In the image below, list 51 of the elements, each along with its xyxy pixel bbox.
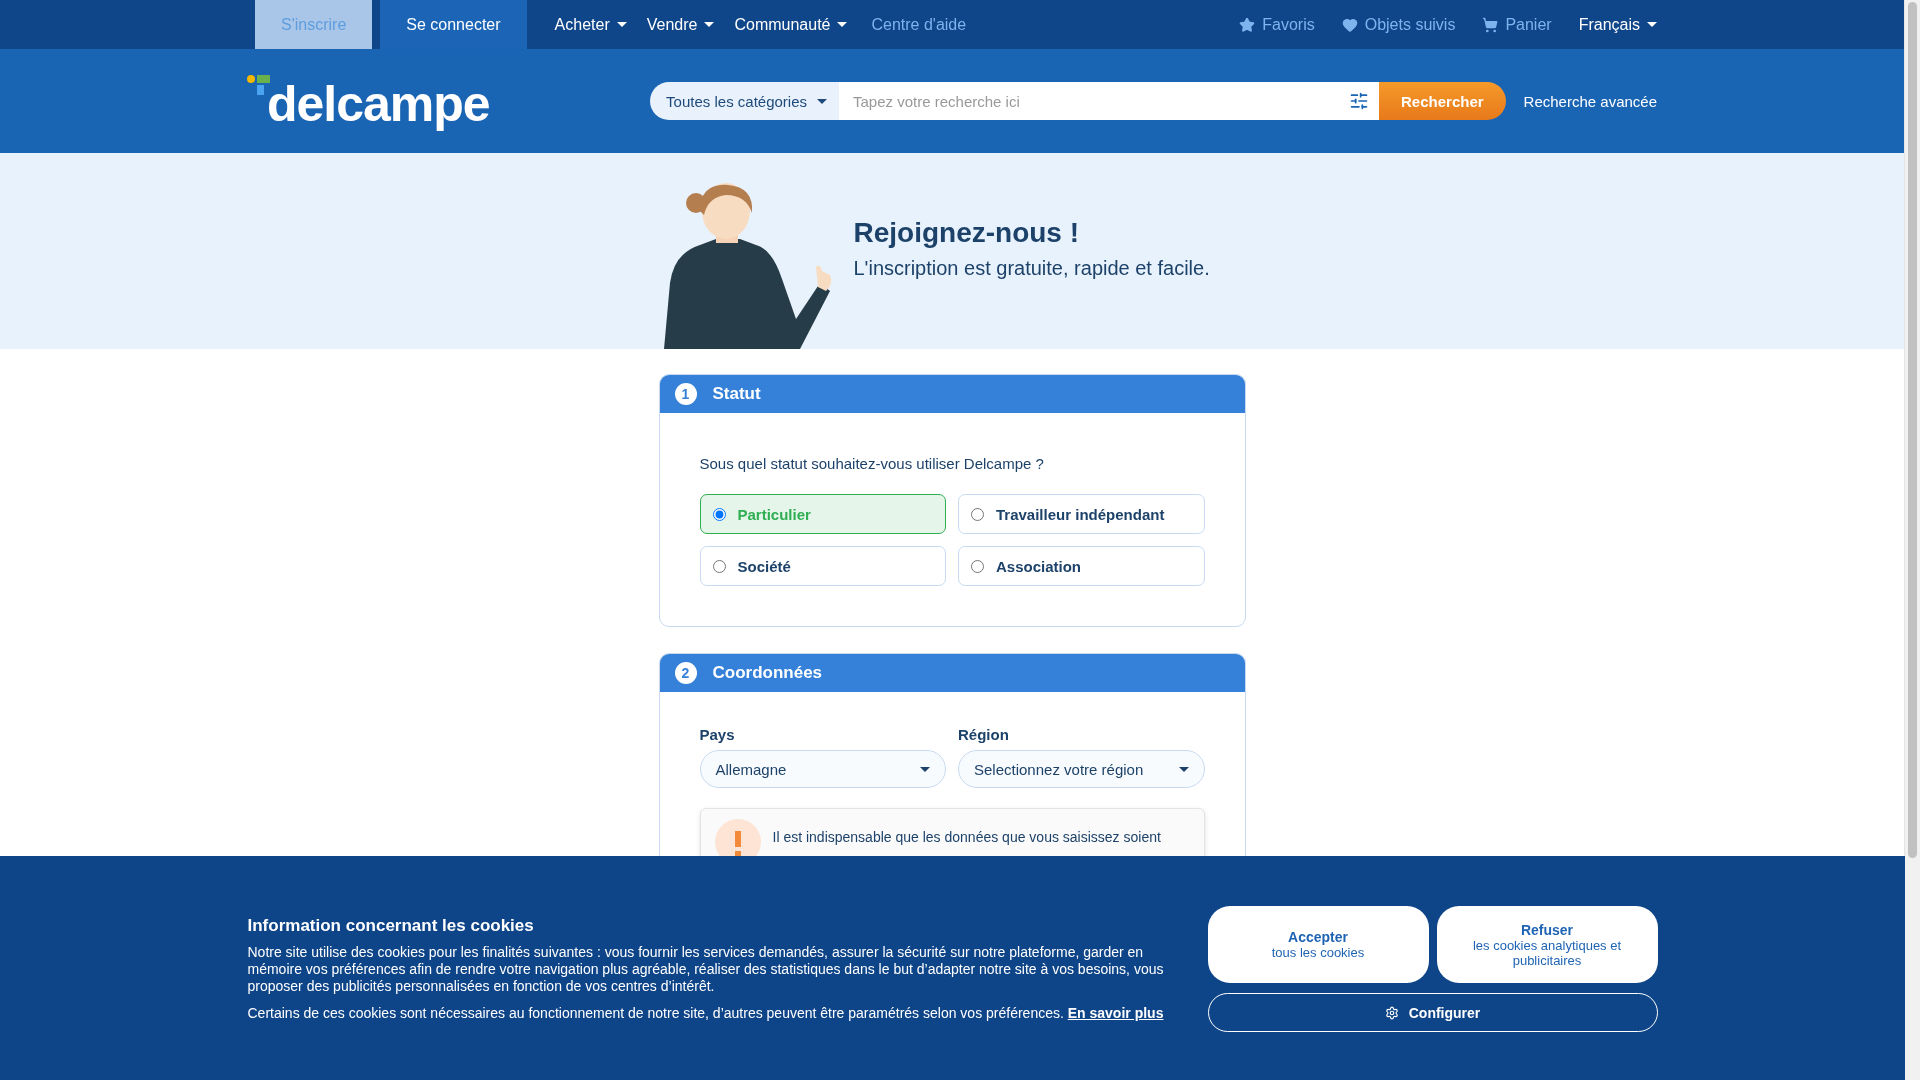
nav-menu-item[interactable]: Communauté — [734, 15, 848, 34]
caret-icon — [616, 22, 627, 27]
heart-icon — [1341, 16, 1358, 33]
search-field[interactable]: Tapez votre recherche ici — [839, 82, 1340, 120]
cookie-title: Information concernant les cookies — [247, 916, 535, 936]
user-link[interactable]: Panier — [1482, 15, 1552, 34]
status-option[interactable]: Travailleur indépendant — [958, 494, 1205, 534]
radio-button[interactable] — [971, 507, 984, 521]
learn-more-link[interactable]: En savoir plus — [1067, 1005, 1164, 1021]
cookie-paragraph: Certains de ces cookies sont nécessaires au fonctionnement de notre site, d’autres peuvent être paramétrés selon vos préférences. En savoir plus — [247, 1005, 1164, 1022]
status-option[interactable]: Société — [699, 546, 946, 586]
advanced-search-link[interactable]: Recherche avancée — [1523, 92, 1657, 110]
cookie-choice-button[interactable]: Refuser les cookies analytiques et publicitaires — [1436, 906, 1658, 983]
step-number: 2 — [674, 662, 697, 684]
section-title: Statut — [712, 384, 761, 404]
radio-button[interactable] — [712, 559, 726, 573]
language-menu[interactable]: Français — [1578, 15, 1657, 34]
caret-icon — [837, 22, 848, 27]
star-icon — [1239, 16, 1256, 33]
field-label: Région — [958, 726, 1010, 743]
notice-text: Il est indispensable que les données que vous saisissez soient — [772, 829, 1161, 847]
cookie-paragraph: Notre site utilise des cookies pour les finalités suivantes : vous fournir les services demandés, assurer la sécurité sur notre plateforme, garder en mémoire vos préférences afin de rendre votre navigation plus agréable, réaliser des statistiques dans le but d’adapter notre site à vos besoins, vous proposer des publicités personnalisées en fonction de vos centres d’intérêt. — [247, 944, 1164, 995]
dropdown-select[interactable]: Selectionnez votre région — [958, 750, 1205, 788]
radio-button[interactable] — [971, 559, 984, 573]
cart-icon — [1482, 16, 1499, 33]
field-label: Pays — [699, 726, 736, 743]
caret-icon — [817, 98, 828, 104]
nav-menu-item[interactable]: Centre d'aide — [871, 15, 967, 34]
status-option[interactable]: Association — [958, 546, 1205, 586]
caret-icon — [1178, 766, 1189, 772]
filter-button[interactable] — [1339, 82, 1380, 120]
status-question: Sous quel statut souhaitez-vous utiliser Delcampe ? — [699, 455, 1045, 472]
section-title: Coordonnées — [712, 663, 823, 683]
step-number: 1 — [674, 383, 697, 405]
dropdown-select[interactable]: Allemagne — [699, 750, 946, 788]
gear-icon — [1384, 1005, 1399, 1020]
category-select[interactable]: Toutes les catégories — [650, 82, 840, 120]
account-tab[interactable]: Se connecter — [380, 0, 527, 49]
logo-wordmark[interactable]: delcampe — [267, 79, 490, 129]
caret-icon — [920, 766, 930, 772]
sliders-icon — [1349, 91, 1370, 111]
nav-menu-item[interactable]: Acheter — [554, 15, 627, 34]
hero-title: Rejoignez-nous ! — [853, 217, 1081, 249]
user-link[interactable]: Favoris — [1239, 15, 1315, 34]
hero-subtitle: L'inscription est gratuite, rapide et facile. — [853, 257, 1210, 280]
cookie-choice-button[interactable]: Accepter tous les cookies — [1207, 906, 1429, 983]
nav-menu-item[interactable]: Vendre — [646, 15, 715, 34]
user-link[interactable]: Objets suivis — [1341, 15, 1456, 34]
caret-icon — [704, 22, 715, 27]
caret-icon — [1647, 22, 1657, 27]
radio-button[interactable] — [712, 507, 726, 521]
